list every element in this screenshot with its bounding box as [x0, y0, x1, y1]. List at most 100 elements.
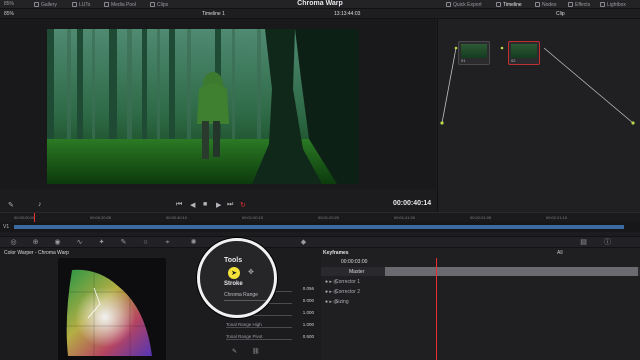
- track-label: V1: [3, 224, 10, 230]
- forest-scene: [47, 29, 359, 184]
- node-editor[interactable]: 01 02: [437, 19, 640, 229]
- ruler-tick: 00:02:21:10: [546, 215, 568, 220]
- chroma-gamut: [58, 258, 166, 360]
- gallery-button[interactable]: Gallery: [34, 1, 57, 8]
- window-icon[interactable]: ○: [142, 239, 149, 246]
- timeline-icon: [496, 2, 501, 7]
- top-toolbar: 85% Gallery LUTs Media Pool Clips Chroma…: [0, 0, 640, 9]
- chroma-warp-grid[interactable]: [58, 258, 166, 360]
- master-track[interactable]: [385, 267, 638, 276]
- prop-slider[interactable]: [226, 327, 292, 328]
- node-02-label: 02: [511, 58, 516, 63]
- keyframes-time: 00:00:03:00: [341, 259, 368, 265]
- media-pool-button[interactable]: Media Pool: [104, 1, 136, 8]
- prop-value[interactable]: 0.500: [303, 334, 314, 339]
- prop-value[interactable]: 1.000: [303, 322, 314, 327]
- export-icon: [446, 2, 451, 7]
- cursor-icon: ➤: [231, 270, 237, 277]
- keyframes-filter[interactable]: All: [557, 250, 563, 256]
- keyframes-playhead[interactable]: [436, 258, 437, 360]
- skip-start-button[interactable]: ⏮: [176, 201, 182, 209]
- prop-row[interactable]: Tonal Range Pivot 0.500: [222, 332, 318, 342]
- scopes-icon[interactable]: ▤: [580, 239, 587, 246]
- blur-icon[interactable]: ✺: [190, 239, 197, 246]
- prop-slider[interactable]: [226, 339, 292, 340]
- zoom-label[interactable]: 85%: [4, 1, 14, 7]
- loop-button[interactable]: ↻: [240, 201, 246, 209]
- info-icon[interactable]: ⓘ: [604, 239, 611, 246]
- transport-controls: ✎ ♪ ⏮ ◀ ■ ▶ ⏭ ↻: [0, 198, 436, 212]
- project-title: Chroma Warp: [297, 0, 343, 7]
- prop-value[interactable]: 0.000: [303, 298, 314, 303]
- kf-row-sizing[interactable]: ● ▸ ◎ Sizing: [321, 297, 640, 306]
- magnifier-callout: Tools ➤ ✥ Stroke Chroma Range: [197, 238, 277, 318]
- node-02[interactable]: 02: [508, 41, 540, 65]
- zoom-select[interactable]: 85%: [4, 11, 14, 17]
- lightbox-button[interactable]: Lightbox: [600, 1, 626, 8]
- video-frame[interactable]: [47, 29, 359, 184]
- prop-value[interactable]: 1.000: [303, 310, 314, 315]
- kf-row-label: Corrector 1: [335, 279, 361, 285]
- keyframes-icon[interactable]: ◆: [300, 239, 307, 246]
- step-back-button[interactable]: ◀: [190, 201, 195, 209]
- node-thumbnail: [511, 44, 537, 58]
- range-slider[interactable]: [224, 300, 274, 301]
- color-wheels-icon[interactable]: ◎: [10, 239, 17, 246]
- viewer-header: 85% Timeline 1 13:13:44:03 Clip: [0, 9, 640, 19]
- pen-icon[interactable]: ✎: [8, 201, 14, 209]
- source-timecode: 13:13:44:03: [334, 11, 361, 17]
- play-button[interactable]: ▶: [216, 201, 221, 209]
- kf-row-label: Sizing: [335, 299, 349, 305]
- clips-icon: [150, 2, 155, 7]
- ruler-tick: 00:00:40:10: [166, 215, 188, 220]
- prop-row[interactable]: Tonal Range High 1.000: [222, 320, 318, 330]
- ruler-tick: 00:00:00:00: [14, 215, 36, 220]
- curves-icon[interactable]: ∿: [76, 239, 83, 246]
- chroma-range-label[interactable]: Chroma Range: [224, 292, 258, 298]
- link-icon[interactable]: ⛓: [252, 348, 260, 355]
- gallery-icon: [34, 2, 39, 7]
- hdr-icon[interactable]: ◉: [54, 239, 61, 246]
- qualifier-icon[interactable]: ✎: [120, 239, 127, 246]
- ruler-tick: 00:00:20:05: [90, 215, 112, 220]
- color-warper-title: Color Warper - Chroma Warp: [4, 250, 69, 256]
- node-thumbnail: [461, 44, 487, 58]
- timeline-button[interactable]: Timeline: [496, 1, 522, 8]
- primaries-icon[interactable]: ⊕: [32, 239, 39, 246]
- effects-button[interactable]: Effects: [568, 1, 590, 8]
- kf-row-corrector-2[interactable]: ● ▸ ◎ Corrector 2: [321, 287, 640, 296]
- lightbox-icon: [600, 2, 605, 7]
- timeline-ruler[interactable]: 00:00:00:00 00:00:20:05 00:00:40:10 00:0…: [0, 212, 640, 223]
- luts-button[interactable]: LUTs: [72, 1, 90, 8]
- track-clip[interactable]: [14, 225, 624, 229]
- quick-export-button[interactable]: Quick Export: [446, 1, 482, 8]
- ruler-tick: 00:01:41:00: [394, 215, 416, 220]
- node-01[interactable]: 01: [458, 41, 490, 65]
- video-track[interactable]: V1: [0, 222, 640, 232]
- nodes-icon: [535, 2, 540, 7]
- kf-row-master[interactable]: Master: [321, 267, 640, 276]
- volume-icon[interactable]: ♪: [38, 201, 42, 208]
- ruler-tick: 00:02:01:05: [470, 215, 492, 220]
- keyframes-title: Keyframes: [323, 250, 349, 256]
- pen-icon[interactable]: ✎: [232, 348, 237, 355]
- clip-label[interactable]: Clip: [556, 11, 565, 17]
- skip-end-button[interactable]: ⏭: [227, 201, 233, 209]
- stop-button[interactable]: ■: [203, 201, 207, 208]
- tool-select-button[interactable]: ➤: [228, 267, 240, 279]
- clips-button[interactable]: Clips: [150, 1, 168, 8]
- keyframes-panel: Keyframes All 00:00:03:00 Master ● ▸ ◎ C…: [321, 248, 640, 360]
- grid-tool-icon[interactable]: ✥: [248, 268, 254, 276]
- nodes-button[interactable]: Nodes: [535, 1, 556, 8]
- kf-row-corrector-1[interactable]: ● ▸ ◎ Corrector 1: [321, 277, 640, 286]
- kf-row-label: Master: [349, 269, 365, 275]
- prop-value[interactable]: 0.056: [303, 286, 314, 291]
- timeline-name[interactable]: Timeline 1: [202, 11, 225, 17]
- current-timecode: 00:00:40:14: [393, 200, 432, 207]
- palette-toolbar: ◎ ⊕ ◉ ∿ ✦ ✎ ○ ⌖ ✺ ◆ ▤ ⓘ: [0, 236, 640, 248]
- stroke-label: Stroke: [224, 281, 243, 287]
- tracker-icon[interactable]: ⌖: [164, 239, 171, 246]
- warper-icon[interactable]: ✦: [98, 239, 105, 246]
- tools-title: Tools: [224, 257, 243, 264]
- media-pool-icon: [104, 2, 109, 7]
